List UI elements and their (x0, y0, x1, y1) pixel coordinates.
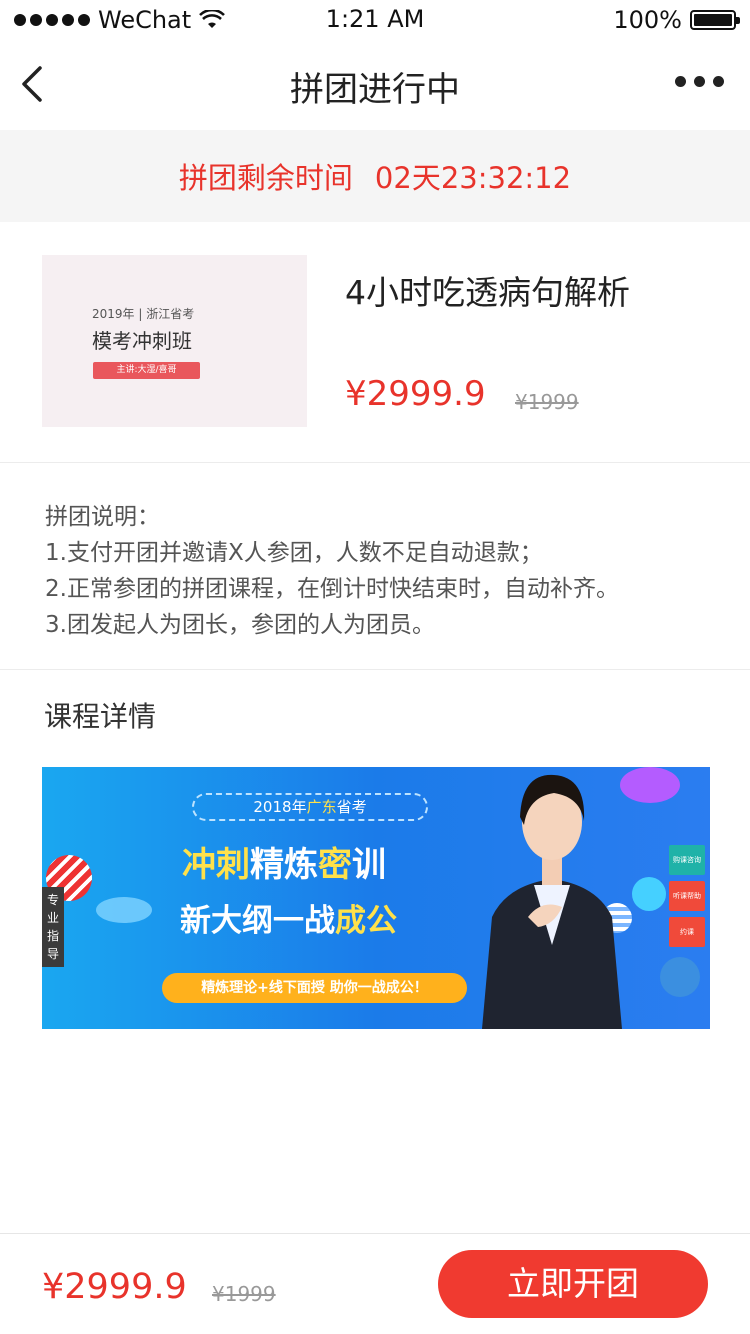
banner-word: 密 (318, 845, 352, 885)
rules-item: 1.支付开团并邀请X人参团，人数不足自动退款； (45, 540, 543, 566)
product-price: ¥2999.9 (345, 374, 486, 414)
battery-label: 100% (613, 6, 682, 34)
product-title: 4小时吃透病句解析 (345, 273, 630, 312)
course-banner[interactable]: 2018年广东省考 冲刺精炼密训 新大纲一战成公 精炼理论+线下面授 助你一战成… (42, 767, 710, 1029)
countdown-time: 02天23:32:12 (374, 161, 572, 195)
thumbnail-tag: 主讲:大湿/喜哥 (93, 362, 200, 379)
nav-bar: 拼团进行中 (0, 40, 750, 128)
rules-item: 2.正常参团的拼团课程，在倒计时快结束时，自动补齐。 (45, 576, 619, 602)
status-right: 100% (613, 6, 740, 34)
banner-pill-suffix: 省考 (336, 798, 367, 816)
banner-pill-region: 广东 (306, 798, 337, 816)
teacher-illustration (482, 774, 622, 1029)
countdown-label: 拼团剩余时间 (178, 161, 353, 195)
banner-pill-year: 2018年 (253, 798, 307, 816)
bottom-original-price: ¥1999 (212, 1282, 276, 1306)
thumbnail-title: 模考冲刺班 (92, 329, 192, 353)
banner-pill: 2018年广东省考 (192, 793, 428, 821)
details-title: 课程详情 (44, 700, 157, 733)
banner-headline-1: 冲刺精炼密训 (182, 837, 386, 886)
start-group-button[interactable]: 立即开团 (438, 1250, 708, 1318)
rules-heading: 拼团说明： (45, 504, 160, 530)
thumbnail-subtitle: 2019年 | 浙江省考 (92, 307, 195, 321)
bottom-price: ¥2999.9 (42, 1267, 187, 1307)
banner-side-tab: 专业指导 (42, 887, 64, 967)
more-icon[interactable] (675, 76, 724, 87)
status-bar: WeChat 1:21 AM 100% (0, 0, 750, 40)
product-thumbnail: 2019年 | 浙江省考 模考冲刺班 主讲:大湿/喜哥 (42, 255, 307, 427)
book-button[interactable]: 约课 (669, 917, 705, 947)
bottom-bar: ¥2999.9 ¥1999 立即开团 (0, 1233, 750, 1334)
countdown-banner: 拼团剩余时间 02天23:32:12 (0, 130, 750, 222)
banner-word: 精炼 (250, 845, 318, 885)
banner-word: 训 (352, 845, 386, 885)
help-button[interactable]: 听课帮助 (669, 881, 705, 911)
decor-ball (96, 897, 152, 923)
banner-headline-2: 新大纲一战成公 (180, 895, 397, 940)
banner-word: 成公 (335, 903, 397, 939)
decor-ball (660, 957, 700, 997)
product-card[interactable]: 2019年 | 浙江省考 模考冲刺班 主讲:大湿/喜哥 4小时吃透病句解析 ¥2… (0, 222, 750, 463)
battery-icon (690, 10, 740, 30)
rules-item: 3.团发起人为团长，参团的人为团员。 (45, 612, 435, 638)
group-rules: 拼团说明： 1.支付开团并邀请X人参团，人数不足自动退款； 2.正常参团的拼团课… (0, 463, 750, 670)
banner-word: 冲刺 (182, 845, 250, 885)
consult-button[interactable]: 购课咨询 (669, 845, 705, 875)
banner-word: 新大纲一战 (180, 903, 335, 939)
product-original-price: ¥1999 (515, 390, 579, 414)
page-title: 拼团进行中 (290, 70, 460, 110)
banner-tagline: 精炼理论+线下面授 助你一战成公！ (162, 973, 467, 1003)
